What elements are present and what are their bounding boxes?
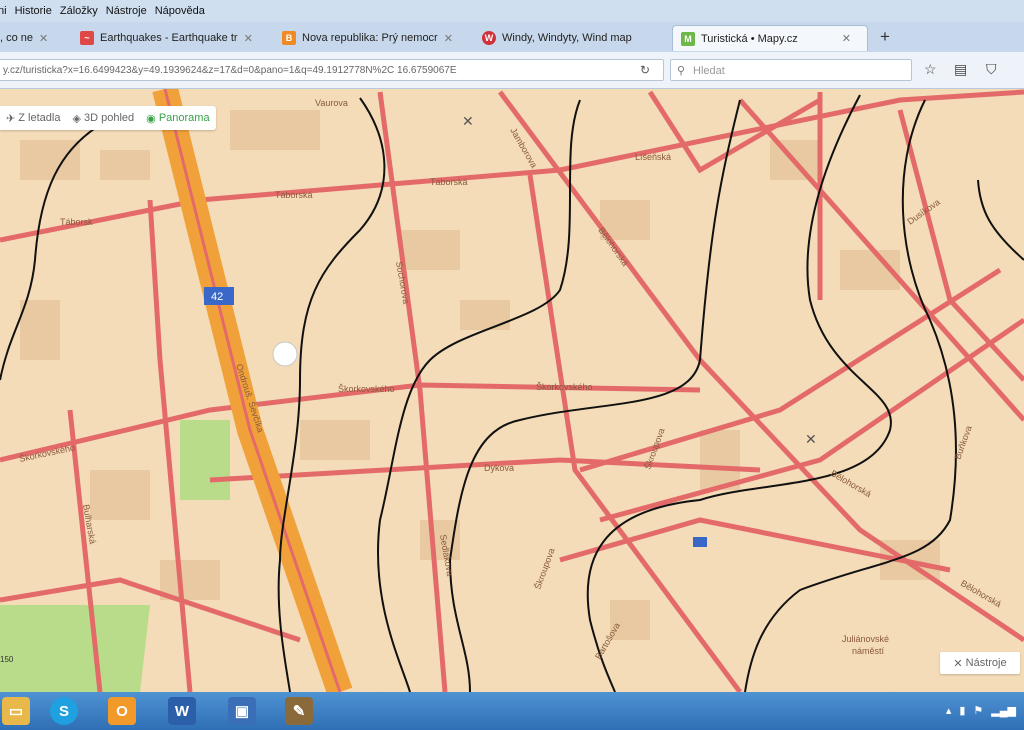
z-letadla-button[interactable]: ✈ Z letadla (0, 112, 66, 125)
tray-network-icon[interactable]: ▮ (959, 704, 965, 717)
street-label: Táborská (275, 190, 313, 200)
menu-item-tools[interactable]: Nástroje (106, 5, 147, 17)
map-canvas[interactable]: Táborská Táborská Táborsk Líšeňská Jambo… (0, 89, 1024, 692)
street-label: Líšeňská (635, 152, 671, 162)
navigation-bar: y.cz/turisticka?x=16.6499423&y=49.193962… (0, 52, 1024, 89)
cross-icon: ✕ (462, 113, 474, 129)
system-tray: ▴ ▮ ⚑ ▂▄▆ (946, 704, 1016, 717)
street-label: Vaurova (315, 98, 348, 108)
bookmark-star-icon[interactable]: ☆ (924, 61, 937, 78)
close-icon[interactable]: ✕ (444, 32, 453, 45)
map-view-buttons: ✈ Z letadla ◈ 3D pohled ◉ Panorama (0, 106, 216, 130)
menu-item-bookmarks[interactable]: Záložky (60, 5, 98, 17)
tray-signal-icon[interactable]: ▂▄▆ (991, 704, 1016, 717)
map-svg: Táborská Táborská Táborsk Líšeňská Jambo… (0, 89, 1024, 692)
tools-button[interactable]: ✕ Nástroje (940, 652, 1020, 674)
menu-item-history[interactable]: Historie (15, 5, 52, 17)
park-area (0, 605, 150, 692)
search-input[interactable]: ⚲ Hledat (670, 59, 912, 81)
word-icon[interactable]: W (168, 697, 196, 725)
tab-windy[interactable]: W Windy, Windyty, Wind map (482, 25, 666, 51)
street-label: Škorkovského (338, 384, 395, 394)
tab-label: Nova republika: Prý nemocr (302, 32, 438, 44)
search-placeholder: Hledat (693, 65, 725, 77)
map-scale: 150 (0, 655, 13, 664)
reading-list-icon[interactable]: ▤ (954, 61, 967, 78)
explorer-icon[interactable]: ▭ (2, 697, 30, 725)
search-icon: ⚲ (677, 65, 686, 77)
tab-label: Earthquakes - Earthquake tr (100, 32, 238, 44)
outlook-icon[interactable]: O (108, 697, 136, 725)
reload-icon[interactable]: ↻ (640, 63, 650, 77)
post-office-icon[interactable] (693, 537, 707, 547)
menu-item-help[interactable]: Nápověda (155, 5, 205, 17)
street-label: Táborská (430, 177, 468, 187)
panorama-button[interactable]: ◉ Panorama (140, 112, 215, 125)
tab-0[interactable]: , co ne ✕ (0, 25, 72, 51)
street-label: Škorkovského (536, 382, 593, 392)
blogger-favicon-icon: B (282, 31, 296, 45)
menu-item-file[interactable]: ni (0, 5, 7, 17)
tray-flag-icon[interactable]: ⚑ (973, 704, 983, 717)
save-icon[interactable]: ▣ (228, 697, 256, 725)
street-label: Juliánovské (842, 634, 889, 644)
mapy-favicon-icon: M (681, 31, 695, 46)
tab-label: Turistická • Mapy.cz (701, 32, 798, 45)
z-letadla-label: Z letadla (18, 112, 61, 124)
menu-bar: ni Historie Záložky Nástroje Nápověda (0, 0, 1024, 22)
scale-label: 150 (0, 655, 14, 664)
pocket-icon[interactable]: ⛉ (986, 61, 997, 78)
url-bar[interactable]: y.cz/turisticka?x=16.6499423&y=49.193962… (0, 59, 664, 81)
svg-text:42: 42 (211, 291, 223, 303)
tab-label: Windy, Windyty, Wind map (502, 32, 632, 44)
3d-label: 3D pohled (84, 112, 135, 124)
new-tab-button[interactable]: + (880, 27, 890, 47)
tab-nova-republika[interactable]: B Nova republika: Prý nemocr ✕ (282, 25, 470, 51)
close-icon[interactable]: ✕ (39, 32, 48, 45)
tools-label: Nástroje (965, 657, 1007, 669)
tray-arrow-icon[interactable]: ▴ (946, 704, 952, 717)
3d-view-button[interactable]: ◈ 3D pohled (66, 112, 140, 125)
windy-favicon-icon: W (482, 31, 496, 45)
green-area (180, 420, 230, 500)
taskbar: ▭ S O W ▣ ✎ ▴ ▮ ⚑ ▂▄▆ (0, 692, 1024, 730)
tab-mapy[interactable]: M Turistická • Mapy.cz ✕ (672, 25, 868, 51)
close-icon[interactable]: ✕ (244, 32, 253, 45)
panorama-label: Panorama (158, 112, 210, 124)
tab-earthquakes[interactable]: ~ Earthquakes - Earthquake tr ✕ (80, 25, 268, 51)
street-label: Táborsk (60, 217, 93, 227)
paint-icon[interactable]: ✎ (285, 697, 313, 725)
hotel-pin-icon[interactable] (272, 341, 298, 367)
tab-bar: , co ne ✕ ~ Earthquakes - Earthquake tr … (0, 22, 1024, 53)
street-label: Dykova (484, 463, 514, 473)
tools-icon: ✕ (953, 657, 966, 670)
street-label: náměstí (852, 646, 885, 656)
tab-label: , co ne (0, 32, 34, 44)
earthquake-favicon-icon: ~ (80, 31, 94, 45)
skype-icon[interactable]: S (50, 697, 78, 725)
close-icon[interactable]: ✕ (842, 32, 851, 45)
tools-cross-icon: ✕ (805, 431, 817, 447)
